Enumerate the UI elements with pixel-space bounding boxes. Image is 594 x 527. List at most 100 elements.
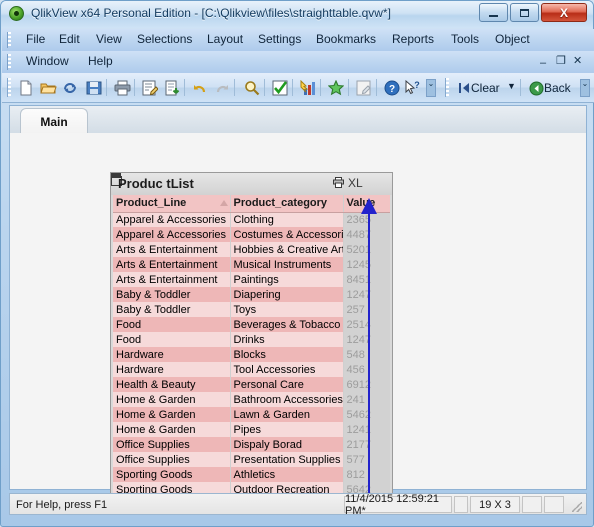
cell-product-line[interactable]: Arts & Entertainment xyxy=(113,272,231,287)
cell-product-line[interactable]: Hardware xyxy=(113,347,231,362)
cell-value[interactable]: 4487 xyxy=(343,227,390,242)
quick-chart-icon[interactable] xyxy=(298,78,318,98)
cell-product-line[interactable]: Apparel & Accessories xyxy=(113,212,231,227)
sheet-tab-main[interactable]: Main xyxy=(20,108,88,134)
cell-product-category[interactable]: Pipes xyxy=(230,422,344,437)
table-row[interactable]: Hardware Blocks 548 xyxy=(113,347,390,362)
cell-product-line[interactable]: Office Supplies xyxy=(113,452,231,467)
cell-value[interactable]: 577 xyxy=(343,452,390,467)
selections-toolbar-overflow-icon[interactable]: ⌄ xyxy=(580,79,590,97)
cell-product-category[interactable]: Dispaly Borad xyxy=(230,437,344,452)
open-folder-icon[interactable] xyxy=(38,78,58,98)
cell-product-category[interactable]: Drinks xyxy=(230,332,344,347)
mdi-restore-button[interactable]: – xyxy=(540,57,546,69)
new-document-icon[interactable] xyxy=(16,78,36,98)
straight-table-object[interactable]: Produc tList XL Product_Line Product_cat… xyxy=(110,172,393,502)
column-header-product-line[interactable]: Product_Line xyxy=(113,195,231,213)
table-row[interactable]: Apparel & Accessories Clothing 2365 xyxy=(113,212,390,227)
cell-product-line[interactable]: Home & Garden xyxy=(113,407,231,422)
cell-value[interactable]: 1245 xyxy=(343,257,390,272)
cell-product-category[interactable]: Clothing xyxy=(230,212,344,227)
cell-product-category[interactable]: Paintings xyxy=(230,272,344,287)
cell-value[interactable]: 548 xyxy=(343,347,390,362)
cell-value[interactable]: 5201 xyxy=(343,242,390,257)
cell-product-line[interactable]: Arts & Entertainment xyxy=(113,257,231,272)
cell-value[interactable]: 5462 xyxy=(343,407,390,422)
cell-product-category[interactable]: Diapering xyxy=(230,287,344,302)
cell-product-line[interactable]: Home & Garden xyxy=(113,392,231,407)
window-maximize-button[interactable] xyxy=(510,3,539,22)
cell-value[interactable]: 1247 xyxy=(343,287,390,302)
cell-product-category[interactable]: Hobbies & Creative Arts xyxy=(230,242,344,257)
table-row[interactable]: Arts & Entertainment Paintings 8451 xyxy=(113,272,390,287)
table-row[interactable]: Baby & Toddler Toys 257 xyxy=(113,302,390,317)
menu-window[interactable]: Window xyxy=(24,54,71,70)
menu-edit[interactable]: Edit xyxy=(57,32,82,48)
search-icon[interactable] xyxy=(242,78,262,98)
menu-tools[interactable]: Tools xyxy=(449,32,481,48)
table-row[interactable]: Sporting Goods Athletics 812 xyxy=(113,467,390,482)
favorites-star-icon[interactable] xyxy=(326,78,346,98)
table-row[interactable]: Home & Garden Pipes 1241 xyxy=(113,422,390,437)
reload-icon[interactable] xyxy=(60,78,80,98)
menu-file[interactable]: File xyxy=(24,32,47,48)
cell-value[interactable]: 812 xyxy=(343,467,390,482)
current-selections-icon[interactable] xyxy=(270,78,290,98)
table-row[interactable]: Food Drinks 1247 xyxy=(113,332,390,347)
selections-toolbar-grip[interactable] xyxy=(445,78,449,97)
menu-object[interactable]: Object xyxy=(493,32,532,48)
cell-value[interactable]: 6912 xyxy=(343,377,390,392)
cell-product-line[interactable]: Office Supplies xyxy=(113,437,231,452)
cell-value[interactable]: 2177 xyxy=(343,437,390,452)
edit-module-icon[interactable] xyxy=(354,78,374,98)
cell-product-category[interactable]: Blocks xyxy=(230,347,344,362)
cell-product-line[interactable]: Baby & Toddler xyxy=(113,302,231,317)
edit-script-icon[interactable] xyxy=(140,78,160,98)
toolbar-grip-handle[interactable] xyxy=(7,78,11,97)
table-row[interactable]: Hardware Tool Accessories 456 xyxy=(113,362,390,377)
cell-value[interactable]: 1247 xyxy=(343,332,390,347)
undo-icon[interactable] xyxy=(190,78,210,98)
table-row[interactable]: Apparel & Accessories Costumes & Accessor… xyxy=(113,227,390,242)
cell-value[interactable]: 1241 xyxy=(343,422,390,437)
menu-layout[interactable]: Layout xyxy=(205,32,245,48)
cell-value[interactable]: 2514 xyxy=(343,317,390,332)
cell-product-line[interactable]: Hardware xyxy=(113,362,231,377)
save-icon[interactable] xyxy=(84,78,104,98)
cell-product-category[interactable]: Beverages & Tobacco xyxy=(230,317,344,332)
window-minimize-button[interactable] xyxy=(479,3,508,22)
object-caption-bar[interactable]: Produc tList XL xyxy=(111,173,392,195)
export-to-excel-icon[interactable]: XL xyxy=(348,177,363,189)
resize-grip-icon[interactable] xyxy=(566,496,584,513)
cell-product-line[interactable]: Food xyxy=(113,332,231,347)
table-grid[interactable]: Product_Line Product_category Value Appa… xyxy=(113,195,390,499)
column-header-product-category[interactable]: Product_category xyxy=(230,195,344,213)
redo-icon[interactable] xyxy=(212,78,232,98)
context-help-icon[interactable]: ? xyxy=(402,78,422,98)
cell-product-line[interactable]: Health & Beauty xyxy=(113,377,231,392)
table-row[interactable]: Arts & Entertainment Musical Instruments 1… xyxy=(113,257,390,272)
cell-product-category[interactable]: Tool Accessories xyxy=(230,362,344,377)
cell-product-category[interactable]: Musical Instruments xyxy=(230,257,344,272)
cell-product-category[interactable]: Costumes & Accessories xyxy=(230,227,344,242)
cell-value[interactable]: 2365 xyxy=(343,212,390,227)
cell-product-line[interactable]: Sporting Goods xyxy=(113,467,231,482)
toolbar-overflow-icon[interactable]: ⌄ xyxy=(426,79,436,97)
menu-bookmarks[interactable]: Bookmarks xyxy=(314,32,378,48)
cell-product-line[interactable]: Home & Garden xyxy=(113,422,231,437)
menu-help[interactable]: Help xyxy=(86,54,115,70)
cell-value[interactable]: 456 xyxy=(343,362,390,377)
menu-selections[interactable]: Selections xyxy=(135,32,194,48)
cell-product-category[interactable]: Presentation Supplies xyxy=(230,452,344,467)
cell-value[interactable]: 257 xyxy=(343,302,390,317)
back-button-label[interactable]: Back xyxy=(544,81,571,95)
cell-product-category[interactable]: Athletics xyxy=(230,467,344,482)
table-row[interactable]: Arts & Entertainment Hobbies & Creative A… xyxy=(113,242,390,257)
cell-product-category[interactable]: Personal Care xyxy=(230,377,344,392)
table-row[interactable]: Food Beverages & Tobacco 2514 xyxy=(113,317,390,332)
mdi-maximize-button[interactable]: ❐ xyxy=(556,54,566,67)
table-row[interactable]: Baby & Toddler Diapering 1247 xyxy=(113,287,390,302)
back-arrow-icon[interactable] xyxy=(526,78,546,98)
cell-product-category[interactable]: Lawn & Garden xyxy=(230,407,344,422)
table-row[interactable]: Health & Beauty Personal Care 6912 xyxy=(113,377,390,392)
